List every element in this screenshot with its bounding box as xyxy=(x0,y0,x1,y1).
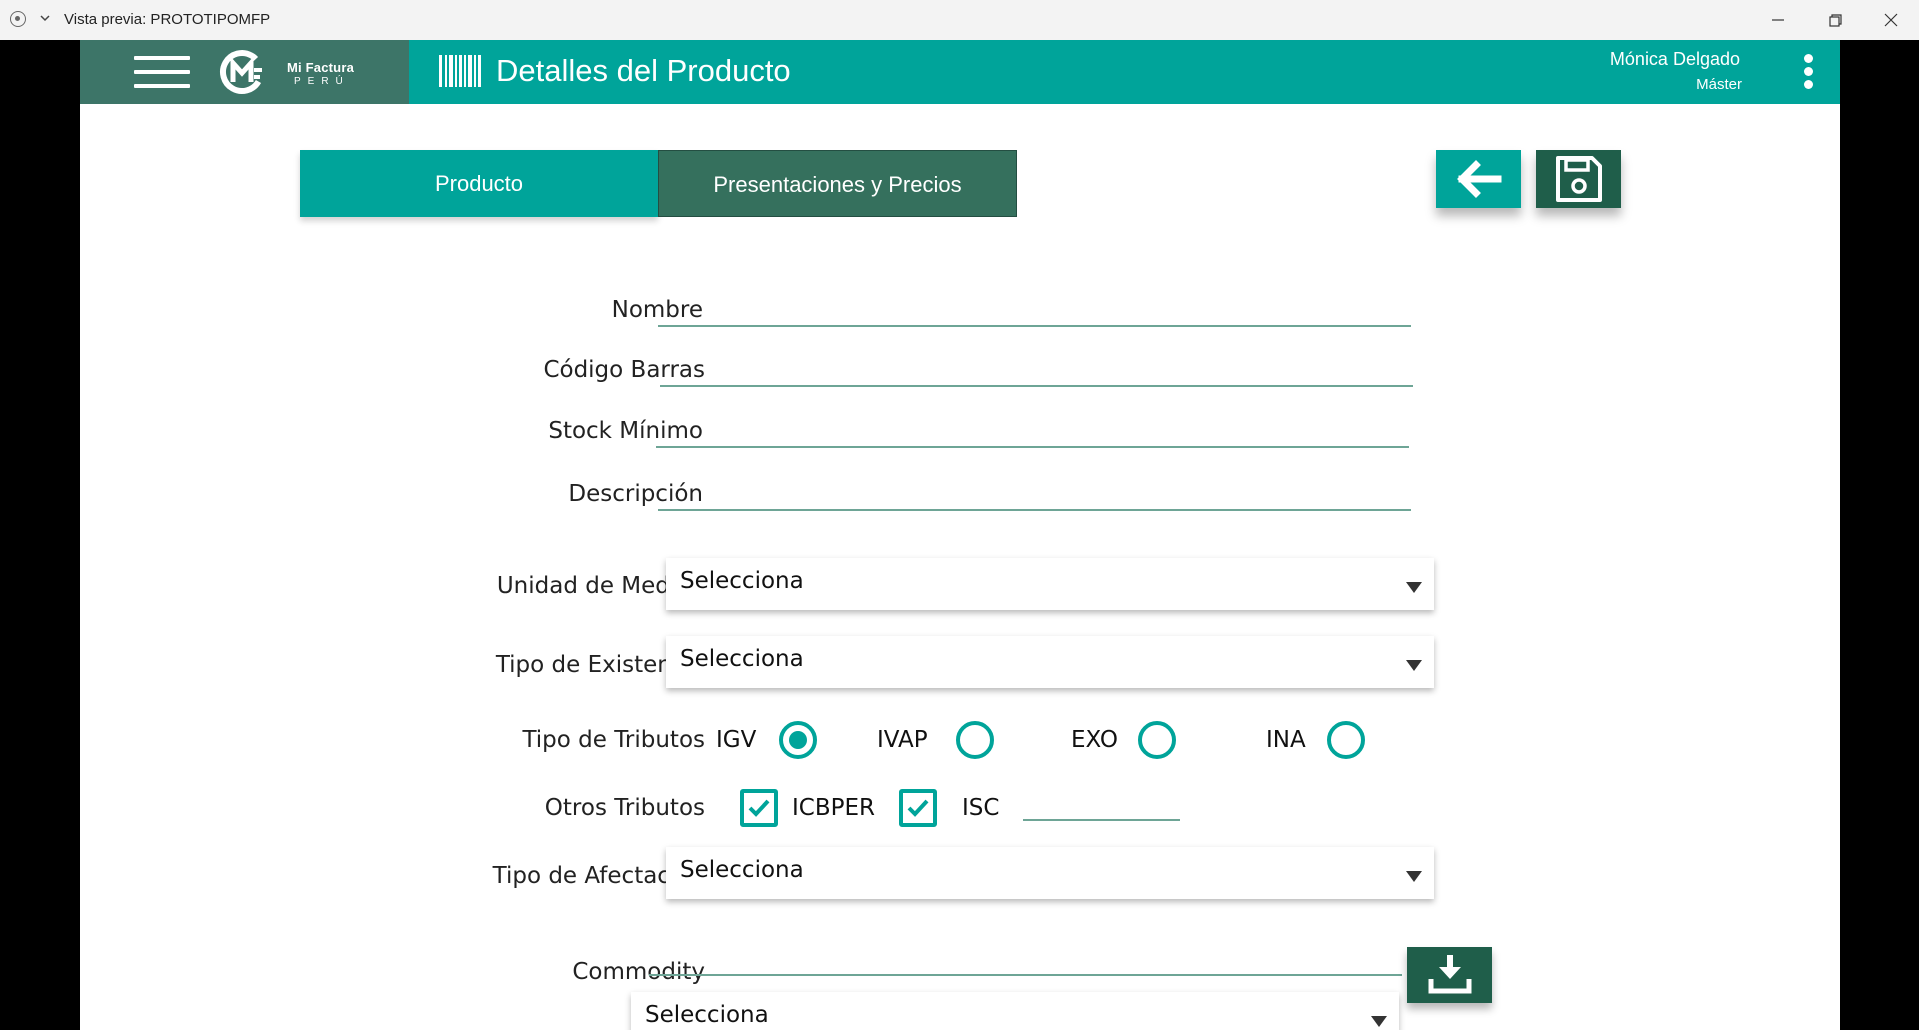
barcode-icon xyxy=(439,55,481,87)
nombre-field[interactable] xyxy=(658,325,1411,327)
dropdown-arrow-icon xyxy=(1406,871,1422,882)
app-window: Mi Factura PERÚ Detalles del Producto Mó… xyxy=(80,40,1840,1030)
hamburger-menu-icon[interactable] xyxy=(134,56,190,88)
tab-producto[interactable]: Producto xyxy=(300,150,658,217)
descripcion-field[interactable] xyxy=(658,509,1411,511)
logo-country: PERÚ xyxy=(294,76,350,87)
dropdown-arrow-icon xyxy=(1371,1016,1387,1027)
descripcion-label: Descripción xyxy=(568,481,703,507)
save-disk-icon xyxy=(1556,156,1602,202)
nombre-label: Nombre xyxy=(611,297,703,323)
checkmark-icon xyxy=(748,799,770,817)
radio-ivap[interactable] xyxy=(956,721,994,759)
tipo-tributos-label: Tipo de Tributos xyxy=(522,727,705,753)
radio-igv[interactable] xyxy=(779,721,817,759)
app-record-icon xyxy=(10,11,26,27)
download-icon xyxy=(1428,955,1472,994)
commodity-label: Commodity xyxy=(572,959,705,985)
minimize-button[interactable] xyxy=(1766,8,1790,32)
stock-minimo-field[interactable] xyxy=(656,446,1409,448)
mi-factura-logo-icon xyxy=(220,50,264,94)
tipo-existencia-select[interactable]: Selecciona xyxy=(666,636,1434,688)
save-button[interactable] xyxy=(1536,150,1621,208)
close-icon xyxy=(1884,13,1898,27)
radio-exo-label: EXO xyxy=(1071,727,1118,753)
otros-tributos-label: Otros Tributos xyxy=(544,795,705,821)
window-titlebar: Vista previa: PROTOTIPOMFP xyxy=(0,0,1919,40)
dropdown-arrow-icon xyxy=(1406,660,1422,671)
restore-button[interactable] xyxy=(1823,8,1847,32)
minimize-icon xyxy=(1772,19,1784,21)
download-button[interactable] xyxy=(1407,947,1492,1003)
back-button[interactable] xyxy=(1436,150,1521,208)
close-button[interactable] xyxy=(1879,8,1903,32)
checkbox-icbper-label: ICBPER xyxy=(792,795,876,821)
radio-ivap-label: IVAP xyxy=(877,727,928,753)
checkbox-isc[interactable] xyxy=(899,789,937,827)
tipo-existencia-value: Selecciona xyxy=(680,646,804,672)
codigo-barras-field[interactable] xyxy=(660,385,1413,387)
app-header: Mi Factura PERÚ Detalles del Producto Mó… xyxy=(80,40,1840,104)
radio-igv-label: IGV xyxy=(716,727,757,753)
commodity-select[interactable]: Selecciona xyxy=(631,992,1399,1030)
checkmark-icon xyxy=(907,799,929,817)
brand-block: Mi Factura PERÚ xyxy=(80,40,409,104)
radio-ina-label: INA xyxy=(1266,727,1306,753)
checkbox-icbper[interactable] xyxy=(740,789,778,827)
user-role: Máster xyxy=(1696,76,1742,93)
commodity-select-value: Selecciona xyxy=(645,1002,769,1028)
commodity-field[interactable] xyxy=(649,974,1402,976)
unidad-medida-select[interactable]: Selecciona xyxy=(666,558,1434,610)
isc-value-field[interactable] xyxy=(1023,819,1180,821)
restore-icon xyxy=(1829,14,1842,27)
unidad-medida-value: Selecciona xyxy=(680,568,804,594)
radio-exo[interactable] xyxy=(1138,721,1176,759)
page-title: Detalles del Producto xyxy=(496,53,791,88)
stock-minimo-label: Stock Mínimo xyxy=(548,418,703,444)
codigo-barras-label: Código Barras xyxy=(543,357,705,383)
tab-presentaciones-precios[interactable]: Presentaciones y Precios xyxy=(658,150,1017,217)
tipo-afectacion-value: Selecciona xyxy=(680,857,804,883)
radio-ina[interactable] xyxy=(1327,721,1365,759)
logo-name: Mi Factura xyxy=(287,60,355,75)
arrow-left-icon xyxy=(1457,160,1502,198)
tipo-afectacion-select[interactable]: Selecciona xyxy=(666,847,1434,899)
more-options-icon[interactable] xyxy=(1802,54,1814,92)
window-title: Vista previa: PROTOTIPOMFP xyxy=(64,11,271,28)
dropdown-arrow-icon xyxy=(1406,582,1422,593)
user-name: Mónica Delgado xyxy=(1609,49,1740,69)
chevron-down-icon[interactable] xyxy=(38,11,52,25)
checkbox-isc-label: ISC xyxy=(962,795,1000,821)
